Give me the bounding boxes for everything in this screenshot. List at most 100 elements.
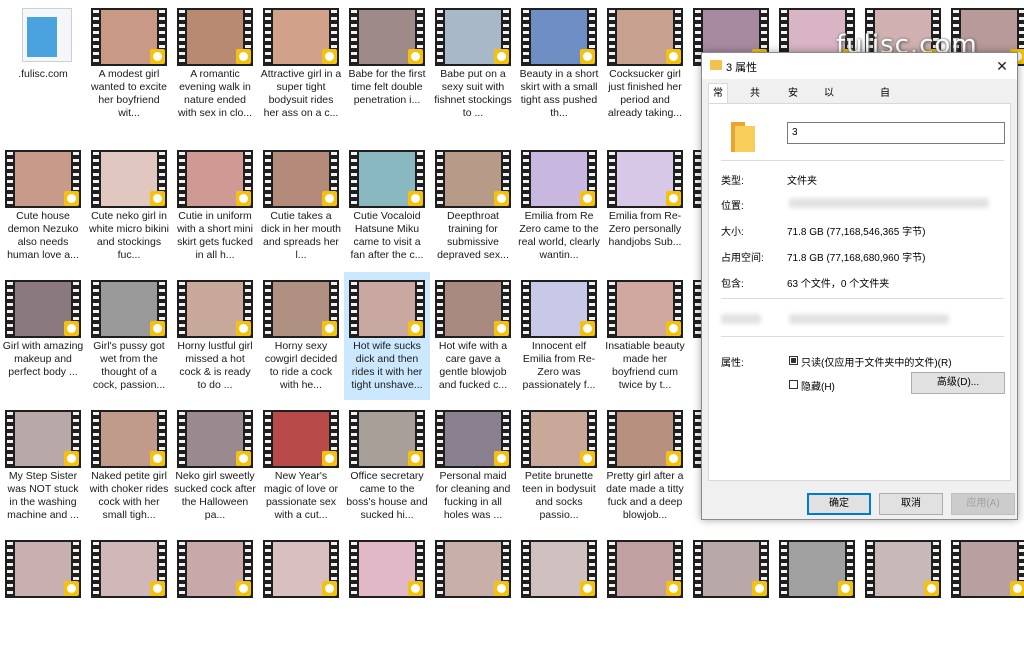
readonly-checkbox[interactable] (789, 356, 798, 365)
cancel-button[interactable]: 取消 (879, 493, 943, 515)
advanced-button[interactable]: 高级(D)... (911, 372, 1005, 394)
tab-sharing[interactable]: 共享 (746, 85, 764, 117)
file-item[interactable]: Insatiable beauty made her boyfriend cum… (602, 272, 688, 400)
player-badge-icon (236, 49, 251, 64)
file-name: My Step Sister was NOT stuck in the wash… (7, 470, 79, 521)
player-badge-icon (494, 451, 509, 466)
tab-security[interactable]: 安全 (784, 85, 802, 117)
file-item[interactable] (430, 532, 516, 660)
player-badge-icon (580, 451, 595, 466)
video-thumbnail (435, 540, 511, 598)
file-item[interactable] (172, 532, 258, 660)
video-thumbnail (349, 410, 425, 468)
attributes-label: 属性: (721, 358, 744, 369)
player-badge-icon (64, 451, 79, 466)
file-item[interactable]: Cutie in uniform with a short mini skirt… (172, 142, 258, 270)
file-item[interactable] (860, 532, 946, 660)
video-thumbnail (177, 8, 253, 66)
file-name: Emilia from Re Zero came to the real wor… (518, 210, 600, 261)
file-name: Horny sexy cowgirl decided to ride a coc… (264, 340, 338, 391)
video-thumbnail (951, 540, 1024, 598)
file-item[interactable]: Personal maid for cleaning and fucking i… (430, 402, 516, 530)
video-thumbnail (435, 410, 511, 468)
file-item[interactable]: Horny lustful girl missed a hot cock & i… (172, 272, 258, 400)
file-item[interactable]: Pretty girl after a date made a titty fu… (602, 402, 688, 530)
player-badge-icon (666, 581, 681, 596)
file-item[interactable]: Horny sexy cowgirl decided to ride a coc… (258, 272, 344, 400)
player-badge-icon (322, 49, 337, 64)
video-thumbnail (5, 540, 81, 598)
file-item[interactable]: Cutie Vocaloid Hatsune Miku came to visi… (344, 142, 430, 270)
file-item[interactable]: Girl with amazing makeup and perfect bod… (0, 272, 86, 400)
player-badge-icon (150, 191, 165, 206)
player-badge-icon (150, 451, 165, 466)
file-item[interactable] (946, 532, 1024, 660)
video-thumbnail (349, 150, 425, 208)
file-item[interactable]: Cute house demon Nezuko also needs human… (0, 142, 86, 270)
video-thumbnail (607, 540, 683, 598)
file-item[interactable] (602, 532, 688, 660)
tab-general[interactable]: 常规 (708, 83, 728, 119)
file-item[interactable]: Hot wife with a care gave a gentle blowj… (430, 272, 516, 400)
dialog-title: 3 属性 (726, 62, 758, 74)
file-item[interactable]: Innocent elf Emilia from Re-Zero was pas… (516, 272, 602, 400)
file-name: Deepthroat training for submissive depra… (437, 210, 509, 261)
file-name: Cutie takes a dick in her mouth and spre… (261, 210, 341, 261)
file-item[interactable]: Neko girl sweetly sucked cock after the … (172, 402, 258, 530)
file-item[interactable]: Attractive girl in a super tight bodysui… (258, 0, 344, 128)
file-name: Beauty in a short skirt with a small tig… (519, 68, 599, 119)
file-item[interactable]: Emilia from Re-Zero personally handjobs … (602, 142, 688, 270)
player-badge-icon (580, 581, 595, 596)
file-name: Cutie Vocaloid Hatsune Miku came to visi… (350, 210, 424, 261)
file-item[interactable]: Office secretary came to the boss's hous… (344, 402, 430, 530)
hidden-label: 隐藏(H) (801, 382, 835, 393)
close-icon[interactable]: ✕ (987, 53, 1017, 79)
file-item[interactable] (86, 532, 172, 660)
file-item[interactable] (0, 532, 86, 660)
disk-size-value: 71.8 GB (77,168,680,960 字节) (787, 253, 926, 264)
player-badge-icon (408, 581, 423, 596)
file-item[interactable]: Petite brunette teen in bodysuit and soc… (516, 402, 602, 530)
video-thumbnail (349, 280, 425, 338)
file-item[interactable]: Babe for the first time felt double pene… (344, 0, 430, 128)
file-item[interactable]: A romantic evening walk in nature ended … (172, 0, 258, 128)
file-item[interactable]: Deepthroat training for submissive depra… (430, 142, 516, 270)
file-item[interactable] (774, 532, 860, 660)
video-thumbnail (5, 410, 81, 468)
tab-customize[interactable]: 自定义 (876, 85, 894, 135)
player-badge-icon (64, 581, 79, 596)
readonly-label: 只读(仅应用于文件夹中的文件)(R) (801, 358, 952, 369)
file-item[interactable]: Cutie takes a dick in her mouth and spre… (258, 142, 344, 270)
file-name: Attractive girl in a super tight bodysui… (260, 68, 342, 119)
file-item[interactable] (688, 532, 774, 660)
type-label: 类型: (721, 176, 744, 187)
file-item[interactable] (344, 532, 430, 660)
ok-button[interactable]: 确定 (807, 493, 871, 515)
file-item[interactable]: .fulisc.com (0, 0, 86, 128)
file-item[interactable]: Cocksucker girl just finished her period… (602, 0, 688, 128)
file-item[interactable]: Babe put on a sexy suit with fishnet sto… (430, 0, 516, 128)
file-item[interactable]: Cute neko girl in white micro bikini and… (86, 142, 172, 270)
properties-dialog: 3 属性 ✕ 常规 共享 安全 以前的版本 自定义 3 类型: 文件夹 位置: … (701, 52, 1018, 520)
file-item[interactable]: Hot wife sucks dick and then rides it wi… (344, 272, 430, 400)
file-item[interactable]: Emilia from Re Zero came to the real wor… (516, 142, 602, 270)
apply-button[interactable]: 应用(A) (951, 493, 1015, 515)
file-item[interactable]: New Year's magic of love or passionate s… (258, 402, 344, 530)
file-item[interactable]: Beauty in a short skirt with a small tig… (516, 0, 602, 128)
file-item[interactable] (258, 532, 344, 660)
tab-previous-versions[interactable]: 以前的版本 (820, 85, 838, 171)
file-item[interactable]: My Step Sister was NOT stuck in the wash… (0, 402, 86, 530)
file-item[interactable]: Girl's pussy got wet from the thought of… (86, 272, 172, 400)
file-item[interactable] (516, 532, 602, 660)
video-thumbnail (263, 540, 339, 598)
player-badge-icon (150, 581, 165, 596)
file-item[interactable]: A modest girl wanted to excite her boyfr… (86, 0, 172, 128)
hidden-checkbox[interactable] (789, 380, 798, 389)
player-badge-icon (322, 191, 337, 206)
location-label: 位置: (721, 201, 744, 212)
player-badge-icon (580, 49, 595, 64)
folder-name-input[interactable]: 3 (787, 122, 1005, 144)
file-name: Horny lustful girl missed a hot cock & i… (177, 340, 253, 391)
file-name: Emilia from Re-Zero personally handjobs … (608, 210, 682, 248)
file-item[interactable]: Naked petite girl with choker rides cock… (86, 402, 172, 530)
